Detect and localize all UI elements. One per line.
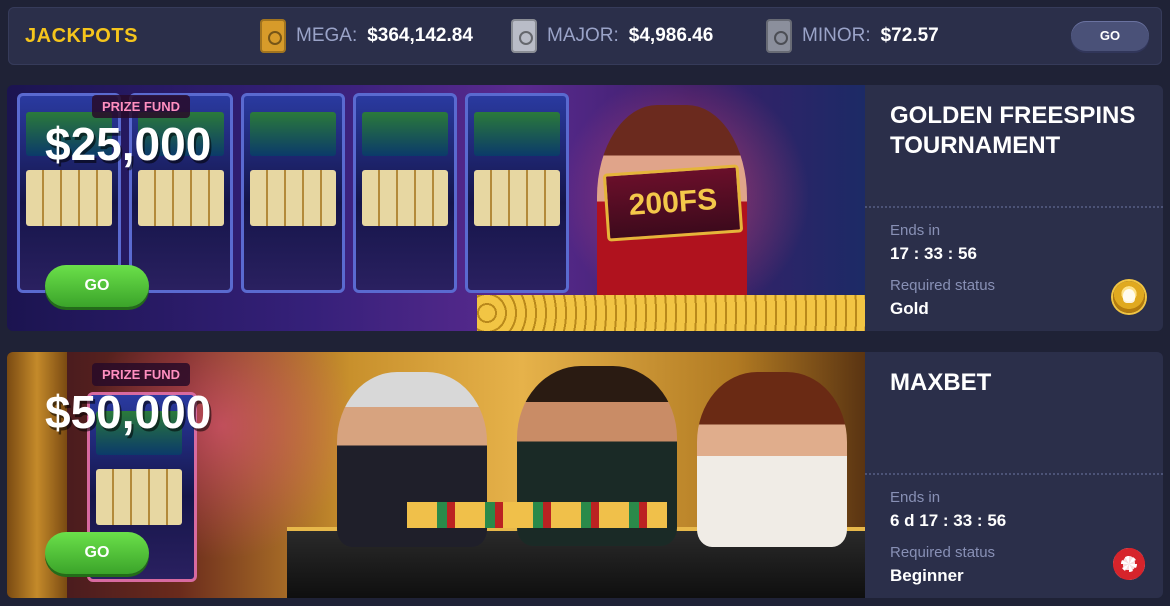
prize-fund-label: PRIZE FUND	[92, 95, 190, 118]
ends-in-label: Ends in	[890, 489, 941, 506]
chips-and-gold-image	[407, 502, 667, 528]
divider	[865, 473, 1163, 475]
required-status-label: Required status	[890, 544, 996, 561]
silver-safe-icon	[511, 19, 537, 53]
tournament-go-button[interactable]: GO	[45, 532, 149, 574]
jackpot-major: MAJOR: $4,986.46	[511, 15, 713, 57]
tournament-info-panel: GOLDEN FREESPINS TOURNAMENT Ends in 17 :…	[865, 85, 1163, 331]
gold-status-icon	[1113, 281, 1145, 313]
required-status-label: Required status	[890, 277, 996, 294]
slot-machine-image	[353, 93, 457, 293]
ends-in-label: Ends in	[890, 222, 941, 239]
required-status-value: Beginner	[890, 566, 964, 585]
jackpot-mega-value: $364,142.84	[367, 25, 473, 46]
jackpot-major-label: MAJOR:	[547, 25, 619, 46]
woman-figure	[697, 372, 847, 547]
tournament-title: MAXBET	[890, 369, 992, 396]
jackpots-go-button[interactable]: GO	[1071, 21, 1149, 51]
divider	[865, 206, 1163, 208]
grey-safe-icon	[766, 19, 792, 53]
tournament-banner[interactable]: 200FS PRIZE FUND $25,000 GO	[7, 85, 865, 331]
jackpot-mega: MEGA: $364,142.84	[260, 15, 473, 57]
gold-safe-icon	[260, 19, 286, 53]
coins-pile-image	[477, 295, 865, 331]
jackpot-mega-label: MEGA:	[296, 25, 358, 46]
beginner-chip-icon	[1113, 548, 1145, 580]
ends-in-timer: 17 : 33 : 56	[890, 244, 977, 263]
required-status-value: Gold	[890, 299, 929, 318]
tournament-title: GOLDEN FREESPINS TOURNAMENT	[890, 102, 1136, 159]
prize-fund-label: PRIZE FUND	[92, 363, 190, 386]
jackpot-minor: MINOR: $72.57	[766, 15, 939, 57]
freespins-sign: 200FS	[602, 164, 744, 242]
tournament-card: PRIZE FUND $50,000 GO MAXBET Ends in 6 d…	[7, 352, 1163, 598]
prize-fund-value: $50,000	[45, 386, 212, 438]
prize-fund-value: $25,000	[45, 118, 212, 170]
jackpot-minor-value: $72.57	[880, 25, 939, 46]
slot-machine-image	[465, 93, 569, 293]
tournament-go-button[interactable]: GO	[45, 265, 149, 307]
ends-in-timer: 6 d 17 : 33 : 56	[890, 511, 1007, 530]
jackpot-bar: JACKPOTS MEGA: $364,142.84 MAJOR: $4,986…	[8, 7, 1162, 65]
slot-machine-image	[241, 93, 345, 293]
jackpot-minor-label: MINOR:	[802, 25, 871, 46]
tournament-card: 200FS PRIZE FUND $25,000 GO GOLDEN FREES…	[7, 85, 1163, 331]
tournament-info-panel: MAXBET Ends in 6 d 17 : 33 : 56 Required…	[865, 352, 1163, 598]
jackpots-title: JACKPOTS	[25, 25, 138, 47]
jackpot-major-value: $4,986.46	[628, 25, 714, 46]
tournament-banner[interactable]: PRIZE FUND $50,000 GO	[7, 352, 865, 598]
